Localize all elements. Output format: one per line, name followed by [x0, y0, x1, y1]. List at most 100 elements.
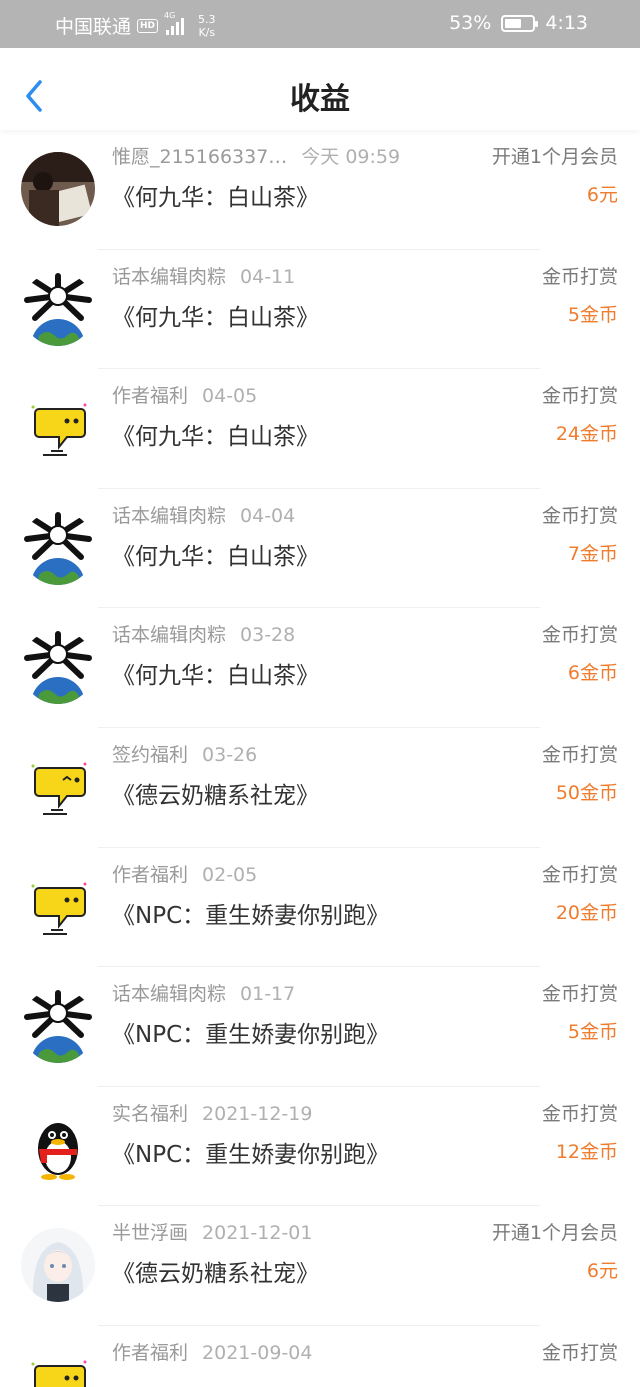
income-amount: 6金币 — [567, 662, 618, 685]
avatar[interactable] — [21, 510, 95, 585]
sender-name: 半世浮画 — [112, 1222, 189, 1245]
network-type: 4G — [164, 10, 176, 20]
photo-avatar-icon — [21, 152, 95, 226]
sender-line: 话本编辑肉粽 04-11 — [112, 262, 295, 289]
sender-name: 惟愿_215166337… — [112, 146, 288, 168]
sender-name: 实名福利 — [112, 1102, 189, 1125]
income-row[interactable]: 惟愿_215166337… 今天 09:59 《何九华：白山茶》 开通1个月会员 … — [0, 130, 640, 250]
income-type: 开通1个月会员 — [491, 146, 618, 168]
signal-icon: 4G — [164, 11, 185, 35]
income-row[interactable]: 话本编辑肉粽 01-17 《NPC：重生娇妻你别跑》 金币打赏 5金币 — [0, 967, 640, 1087]
income-date: 02-05 — [202, 863, 258, 886]
avatar[interactable] — [21, 630, 95, 705]
income-type: 开通1个月会员 — [491, 1222, 618, 1245]
status-right: 53% 4:13 — [449, 12, 588, 34]
income-row[interactable]: 作者福利 2021-09-04 金币打赏 — [0, 1326, 640, 1387]
income-row[interactable]: 作者福利 02-05 《NPC：重生娇妻你别跑》 金币打赏 20金币 — [0, 848, 640, 968]
income-amount: 7金币 — [567, 542, 618, 565]
spider-globe-icon — [21, 510, 95, 585]
book-title: 《何九华：白山茶》 — [112, 663, 319, 690]
sender-line: 签约福利 03-26 — [112, 740, 257, 767]
book-title: 《何九华：白山茶》 — [112, 543, 319, 570]
income-row[interactable]: 签约福利 03-26 《德云奶糖系社宠》 金币打赏 50金币 — [0, 728, 640, 848]
income-type: 金币打赏 — [541, 265, 618, 288]
income-date: 2021-09-04 — [202, 1341, 313, 1364]
income-type: 金币打赏 — [541, 1102, 618, 1125]
avatar[interactable] — [21, 1228, 95, 1303]
avatar[interactable] — [21, 989, 95, 1064]
income-type: 金币打赏 — [541, 385, 618, 408]
sender-line: 惟愿_215166337… 今天 09:59 — [112, 142, 400, 169]
battery-icon — [501, 14, 539, 32]
income-type: 金币打赏 — [541, 863, 618, 886]
sender-name: 话本编辑肉粽 — [112, 504, 227, 527]
book-title: 《德云奶糖系社宠》 — [112, 1261, 319, 1288]
network-speed: 5.3 K/s — [198, 12, 216, 39]
sender-name: 话本编辑肉粽 — [112, 983, 227, 1006]
spider-globe-icon — [21, 630, 95, 705]
income-amount: 24金币 — [555, 423, 618, 446]
income-date: 今天 09:59 — [301, 146, 401, 168]
income-type: 金币打赏 — [541, 1341, 618, 1364]
sender-name: 话本编辑肉粽 — [112, 265, 227, 288]
book-title: 《NPC：重生娇妻你别跑》 — [112, 902, 390, 929]
income-type: 金币打赏 — [541, 504, 618, 527]
income-date: 03-26 — [202, 743, 258, 766]
status-bar: 中国联通 HD 4G 5.3 K/s 53% 4:13 — [0, 0, 640, 48]
avatar[interactable] — [21, 391, 95, 466]
sender-line: 作者福利 04-05 — [112, 381, 257, 408]
header-bar: 收益 — [0, 48, 640, 130]
book-title: 《德云奶糖系社宠》 — [112, 782, 319, 809]
page-title: 收益 — [290, 82, 350, 117]
income-amount: 5金币 — [567, 303, 618, 326]
avatar[interactable] — [21, 152, 95, 226]
avatar[interactable] — [21, 869, 95, 944]
sender-line: 实名福利 2021-12-19 — [112, 1099, 312, 1126]
avatar[interactable] — [21, 271, 95, 346]
book-title: 《何九华：白山茶》 — [112, 304, 319, 331]
avatar[interactable] — [21, 749, 95, 824]
avatar[interactable] — [21, 1347, 95, 1387]
income-date: 04-05 — [202, 385, 258, 408]
income-amount: 6元 — [586, 184, 618, 206]
sender-line: 半世浮画 2021-12-01 — [112, 1218, 312, 1245]
spider-globe-icon — [21, 989, 95, 1064]
income-date: 04-04 — [240, 504, 296, 527]
income-type: 金币打赏 — [541, 983, 618, 1006]
sender-line: 作者福利 02-05 — [112, 860, 257, 887]
spider-globe-icon — [21, 271, 95, 346]
income-list: 惟愿_215166337… 今天 09:59 《何九华：白山茶》 开通1个月会员 … — [0, 130, 640, 1387]
battery-percent: 53% — [449, 12, 492, 34]
income-date: 2021-12-01 — [202, 1222, 313, 1245]
clock: 4:13 — [545, 12, 588, 34]
income-date: 2021-12-19 — [202, 1102, 313, 1125]
sender-line: 话本编辑肉粽 01-17 — [112, 979, 295, 1006]
sender-name: 签约福利 — [112, 743, 189, 766]
income-date: 04-11 — [240, 265, 296, 288]
sender-line: 作者福利 2021-09-04 — [112, 1338, 312, 1365]
income-row[interactable]: 实名福利 2021-12-19 《NPC：重生娇妻你别跑》 金币打赏 12金币 — [0, 1087, 640, 1207]
income-amount: 50金币 — [555, 781, 618, 804]
income-type: 金币打赏 — [541, 624, 618, 647]
income-row[interactable]: 话本编辑肉粽 04-04 《何九华：白山茶》 金币打赏 7金币 — [0, 489, 640, 609]
sender-name: 话本编辑肉粽 — [112, 624, 227, 647]
hd-badge: HD — [137, 18, 159, 33]
income-row[interactable]: 作者福利 04-05 《何九华：白山茶》 金币打赏 24金币 — [0, 369, 640, 489]
status-left: 中国联通 HD 4G 5.3 K/s — [55, 11, 216, 39]
sender-name: 作者福利 — [112, 863, 189, 886]
book-title: 《何九华：白山茶》 — [112, 424, 319, 451]
income-amount: 20金币 — [555, 901, 618, 924]
income-type: 金币打赏 — [541, 743, 618, 766]
income-row[interactable]: 话本编辑肉粽 03-28 《何九华：白山茶》 金币打赏 6金币 — [0, 608, 640, 728]
chat-bubble-icon — [21, 1347, 95, 1387]
book-title: 《NPC：重生娇妻你别跑》 — [112, 1141, 390, 1168]
income-row[interactable]: 半世浮画 2021-12-01 《德云奶糖系社宠》 开通1个月会员 6元 — [0, 1206, 640, 1326]
sender-name: 作者福利 — [112, 1341, 189, 1364]
sender-line: 话本编辑肉粽 04-04 — [112, 501, 295, 528]
penguin-icon — [21, 1108, 95, 1183]
chat-bubble-icon — [21, 391, 95, 466]
income-row[interactable]: 话本编辑肉粽 04-11 《何九华：白山茶》 金币打赏 5金币 — [0, 250, 640, 370]
income-date: 01-17 — [240, 983, 296, 1006]
anime-girl-icon — [21, 1228, 95, 1303]
avatar[interactable] — [21, 1108, 95, 1183]
